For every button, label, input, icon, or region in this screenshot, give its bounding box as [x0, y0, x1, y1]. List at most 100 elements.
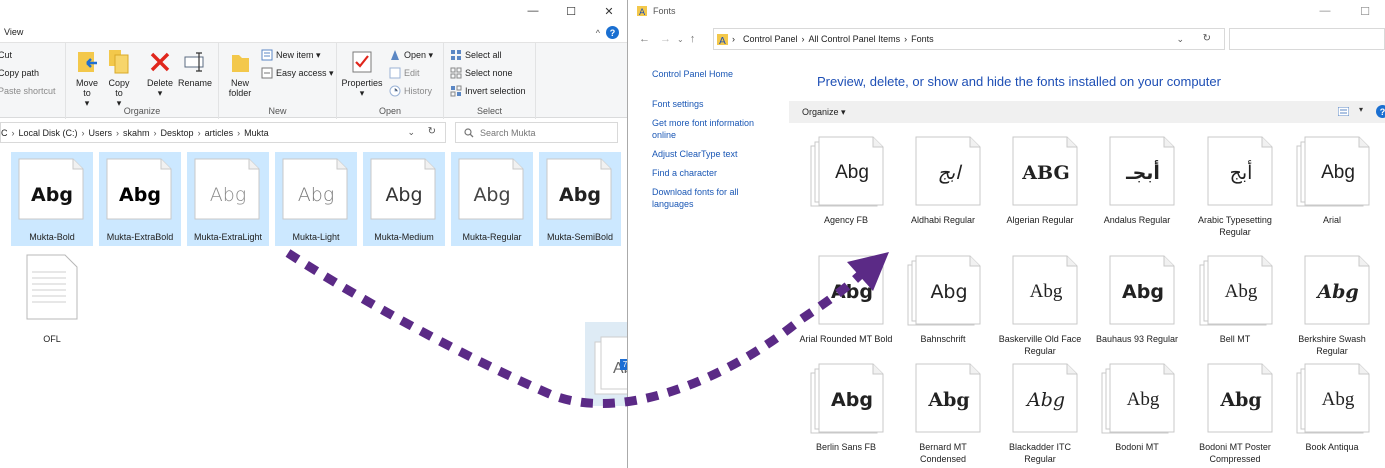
address-bar[interactable]: A › Control Panel › All Control Panel It…: [713, 28, 1225, 50]
sidebar-link-find-character[interactable]: Find a character: [652, 167, 802, 179]
copy-path-button[interactable]: Copy path: [0, 68, 39, 78]
copy-to-button[interactable]: Copy to ▾: [106, 49, 132, 108]
font-item[interactable]: Abg Berlin Sans FB: [799, 357, 893, 468]
refresh-icon[interactable]: ↻: [1203, 33, 1211, 44]
font-item[interactable]: Abg Book Antiqua: [1285, 357, 1379, 468]
history-button[interactable]: History: [389, 85, 432, 97]
file-item[interactable]: Abg Mukta-Medium: [363, 152, 445, 246]
maximize-button[interactable]: ☐: [552, 0, 590, 22]
breadcrumb-articles[interactable]: articles: [201, 128, 238, 138]
file-item[interactable]: OFL: [11, 254, 93, 348]
recent-locations-icon[interactable]: ⌄: [677, 35, 684, 44]
file-item[interactable]: Abg Mukta-ExtraBold: [99, 152, 181, 246]
font-item[interactable]: ABG Algerian Regular: [993, 130, 1087, 245]
file-item[interactable]: Abg Mukta-SemiBold: [539, 152, 621, 246]
file-name: Mukta-ExtraLight: [193, 232, 263, 242]
file-item[interactable]: Abg Mukta-Light: [275, 152, 357, 246]
font-item[interactable]: ابج Aldhabi Regular: [896, 130, 990, 245]
close-button[interactable]: ✕: [590, 0, 627, 22]
breadcrumb-mukta[interactable]: Mukta: [240, 128, 273, 138]
easy-access-button[interactable]: Easy access ▾: [261, 67, 334, 79]
cut-button[interactable]: Cut: [0, 50, 12, 60]
font-item[interactable]: أبج Arabic Typesetting Regular: [1188, 130, 1282, 245]
font-sample: Abg: [1321, 389, 1355, 410]
font-item[interactable]: Abg Bodoni MT: [1090, 357, 1184, 468]
delete-icon: [148, 49, 172, 75]
file-item[interactable]: Abg Mukta-ExtraLight: [187, 152, 269, 246]
rename-button[interactable]: Rename: [178, 49, 212, 88]
sidebar-link-download-fonts[interactable]: Download fonts for all languages: [652, 186, 762, 210]
breadcrumb-users[interactable]: Users: [85, 128, 117, 138]
refresh-icon[interactable]: ↻: [428, 126, 436, 137]
back-icon[interactable]: ←: [639, 33, 650, 45]
collapse-ribbon-icon[interactable]: ^: [596, 28, 600, 38]
delete-button[interactable]: Delete ▾: [144, 49, 176, 98]
font-sample: Abg: [831, 389, 873, 411]
sidebar-link-cleartype[interactable]: Adjust ClearType text: [652, 148, 802, 160]
organize-menu-button[interactable]: Organize ▾: [802, 107, 846, 118]
select-all-icon: [450, 49, 462, 61]
new-item-icon: [261, 49, 273, 61]
breadcrumb-fonts[interactable]: Fonts: [907, 34, 938, 44]
font-item[interactable]: Abg Agency FB: [799, 130, 893, 245]
file-item[interactable]: Abg Mukta-Bold: [11, 152, 93, 246]
paste-shortcut-button[interactable]: Paste shortcut: [0, 86, 56, 96]
font-item[interactable]: Abg Arial Rounded MT Bold: [799, 249, 893, 364]
font-item[interactable]: Abg Berkshire Swash Regular: [1285, 249, 1379, 364]
control-panel-home-link[interactable]: Control Panel Home: [652, 68, 802, 80]
breadcrumb-root[interactable]: C: [1, 128, 12, 138]
breadcrumb-skahm[interactable]: skahm: [119, 128, 154, 138]
font-name: Bauhaus 93 Regular: [1095, 334, 1179, 344]
font-item[interactable]: Abg Bauhaus 93 Regular: [1090, 249, 1184, 364]
select-none-button[interactable]: Select none: [450, 67, 513, 79]
font-name: Bodoni MT Poster Compressed: [1199, 442, 1271, 464]
search-input[interactable]: Search Mukta: [455, 122, 618, 143]
address-bar[interactable]: C › Local Disk (C:) › Users › skahm › De…: [0, 122, 446, 143]
new-item-button[interactable]: New item ▾: [261, 49, 321, 61]
properties-button[interactable]: Properties ▾: [341, 49, 383, 98]
address-dropdown-icon[interactable]: ⌄: [407, 127, 415, 138]
up-icon[interactable]: ↑: [690, 33, 696, 45]
breadcrumb-desktop[interactable]: Desktop: [157, 128, 198, 138]
sidebar-link-more-font-info[interactable]: Get more font information online: [652, 117, 772, 141]
open-button[interactable]: Open ▾: [389, 49, 433, 61]
fonts-control-panel-window: A Fonts — ☐ ← → ⌄ ↑ A › Control Panel › …: [629, 0, 1385, 468]
font-name: Aldhabi Regular: [910, 215, 976, 225]
breadcrumb-control-panel[interactable]: Control Panel: [739, 34, 802, 44]
forward-icon[interactable]: →: [660, 33, 671, 45]
font-item[interactable]: Abg Blackadder ITC Regular: [993, 357, 1087, 468]
copy-to-icon: [107, 49, 131, 75]
file-item[interactable]: Abg Mukta-Regular: [451, 152, 533, 246]
font-item[interactable]: أبجـ Andalus Regular: [1090, 130, 1184, 245]
minimize-button[interactable]: —: [1305, 0, 1345, 22]
font-sample: Abg: [1317, 281, 1359, 303]
view-options-icon[interactable]: [1338, 107, 1349, 116]
search-input[interactable]: [1229, 28, 1385, 50]
help-icon[interactable]: ?: [1376, 105, 1385, 118]
address-dropdown-icon[interactable]: ⌄: [1176, 34, 1184, 45]
tab-view[interactable]: View: [4, 27, 23, 37]
edit-button[interactable]: Edit: [389, 67, 420, 79]
font-item[interactable]: Abg Bell MT: [1188, 249, 1282, 364]
new-folder-button[interactable]: New folder: [225, 49, 255, 98]
file-name: Mukta-SemiBold: [546, 232, 614, 242]
help-icon[interactable]: ?: [606, 26, 619, 39]
move-to-button[interactable]: Move to ▾: [74, 49, 100, 108]
font-item[interactable]: Abg Bodoni MT Poster Compressed: [1188, 357, 1282, 468]
select-all-button[interactable]: Select all: [450, 49, 502, 61]
text-file-icon: [26, 254, 78, 320]
breadcrumb-local-disk[interactable]: Local Disk (C:): [15, 128, 82, 138]
invert-selection-button[interactable]: Invert selection: [450, 85, 526, 97]
font-name: Arial: [1322, 215, 1341, 225]
maximize-button[interactable]: ☐: [1345, 0, 1385, 22]
font-item[interactable]: Abg Bernard MT Condensed: [896, 357, 990, 468]
font-item[interactable]: Abg Bahnschrift: [896, 249, 990, 364]
sidebar-link-font-settings[interactable]: Font settings: [652, 98, 802, 110]
breadcrumb-all-items[interactable]: All Control Panel Items: [805, 34, 905, 44]
font-item[interactable]: Abg Arial: [1285, 130, 1379, 245]
view-options-caret[interactable]: ▾: [1359, 105, 1363, 114]
select-group-label: Select: [476, 106, 502, 116]
file-explorer-window: — ☐ ✕ View ^ ? Cut Copy path Paste short…: [0, 0, 628, 468]
minimize-button[interactable]: —: [514, 0, 552, 22]
font-item[interactable]: Abg Baskerville Old Face Regular: [993, 249, 1087, 364]
